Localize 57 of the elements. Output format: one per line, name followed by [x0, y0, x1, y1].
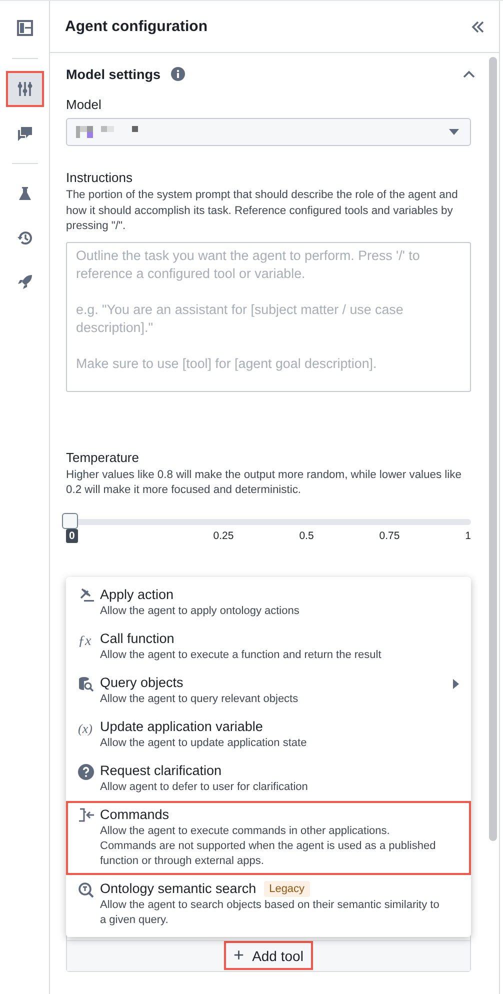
menu-item[interactable]: ƒx Call function Allow the agent to execute a function and return the result — [66, 624, 471, 668]
menu-item-description: Allow agent to defer to user for clarification — [100, 780, 309, 794]
menu-item-description: Allow the agent to apply ontology actions — [100, 604, 300, 618]
search-icon — [78, 882, 94, 898]
menu-item[interactable]: (x) Update application variable Allow the agent to update application state — [66, 712, 471, 756]
slider-handle[interactable] — [62, 512, 78, 528]
slider-tick-label: 0.75 — [379, 528, 400, 542]
menu-item[interactable]: Request clarification Allow agent to defer to user for clarification — [66, 756, 471, 800]
function-icon: ƒx — [78, 634, 92, 648]
menu-item-title: Apply action — [100, 586, 174, 604]
caret-icon — [449, 129, 459, 135]
menu-item[interactable]: Apply action Allow the agent to apply ontology actions — [66, 580, 471, 624]
chat-icon — [16, 124, 34, 142]
sliders-icon — [16, 80, 34, 98]
slider-tick-label: 1 — [465, 528, 471, 542]
variable-icon: (x) — [78, 720, 92, 736]
menu-item-title: Request clarification — [100, 762, 222, 780]
layout-icon — [16, 19, 34, 37]
menu-item[interactable]: Ontology semantic search Legacy Allow the agent to search objects based on their semantic similarity to a given query. — [66, 874, 471, 934]
menu-item-description: Allow the agent to query relevant objects — [100, 692, 300, 706]
rocket-icon — [16, 273, 34, 291]
menu-item-title: Ontology semantic search — [100, 880, 256, 898]
temperature-slider[interactable]: 0 0.25 0.5 0.75 1 — [66, 512, 471, 542]
scrollbar-thumb[interactable] — [489, 57, 497, 841]
field-label: Instructions — [66, 170, 134, 185]
menu-item-description: Allow the agent to search objects based on their semantic similarity to a given query. — [100, 898, 440, 928]
panel-title: Agent configuration — [65, 18, 208, 35]
add-tool-button[interactable]: + Add tool — [224, 941, 314, 970]
history-icon — [16, 229, 34, 247]
menu-item-description: Allow the agent to execute a function and return the result — [100, 648, 382, 662]
menu-item-description: Allow the agent to update application state — [100, 736, 308, 750]
instructions-field[interactable]: Outline the task you want the agent to perform. Press '/' to reference a configured tool or variable. e.g. "You are an assistant for [subject matter / use case description]." Make sure to use [tool] for [agent goal description]. — [66, 242, 471, 392]
slider-tick-label: 0.5 — [299, 528, 314, 542]
slider-tick-label: 0.25 — [213, 528, 234, 542]
database-search-icon — [78, 676, 94, 692]
menu-item-title: Update application variable — [100, 718, 263, 736]
menu-item-title: Query objects — [100, 674, 184, 692]
gavel-icon — [78, 588, 94, 602]
section-title: Model settings — [66, 66, 161, 82]
sidebar-item[interactable] — [6, 71, 44, 107]
collapse-panel-icon[interactable] — [471, 20, 485, 32]
field-label: Model — [66, 97, 102, 112]
menu-item[interactable]: Query objects Allow the agent to query relevant objects — [66, 668, 471, 712]
info-icon — [170, 67, 185, 81]
question-icon — [78, 764, 94, 780]
redacted-value — [76, 126, 138, 138]
field-label: Temperature — [66, 450, 140, 464]
chevron-icon[interactable] — [463, 70, 475, 78]
menu-item[interactable]: Commands Allow the agent to execute commands in other applications. Commands are not supported when the agent is used as a published function or through external apps. — [66, 800, 471, 874]
slider-value: 0 — [66, 528, 78, 542]
menu-item-title: Commands — [100, 806, 170, 824]
menu-item-description: Allow the agent to execute commands in other applications. Commands are not supported when the agent is used as a published function or through external apps. — [100, 824, 437, 868]
command-icon — [78, 808, 94, 822]
menu-item-title: Call function — [100, 630, 174, 648]
legacy-tag: Legacy — [264, 880, 310, 896]
field-description: Higher values like 0.8 will make the output more random, while lower values like 0.2 will make it more focused and deterministic. — [66, 468, 462, 498]
field-description: The portion of the system prompt that should describe the role of the agent and how it should accomplish its task. Reference configured tools and variables by pressing "/". — [66, 188, 459, 234]
